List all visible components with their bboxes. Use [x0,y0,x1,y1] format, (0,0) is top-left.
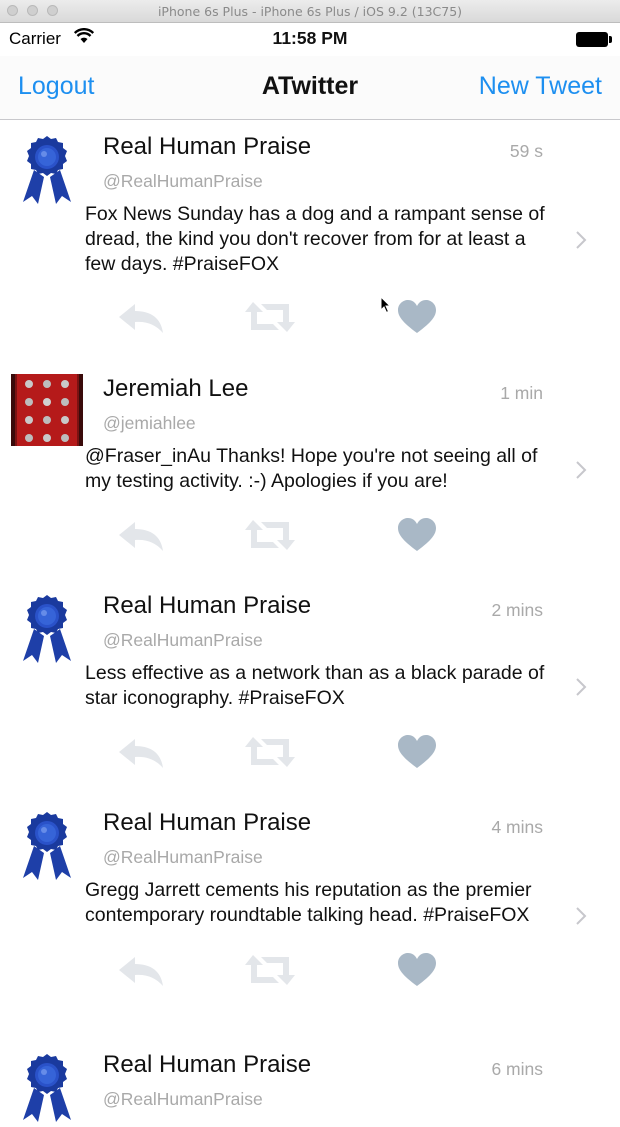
chevron-right-icon[interactable] [575,230,587,250]
avatar-blue-ribbon-icon[interactable] [11,808,83,880]
new-tweet-button[interactable]: New Tweet [479,72,602,101]
heart-icon[interactable] [398,953,436,987]
tweet-row[interactable]: Real Human Praise 59 s @RealHumanPraise … [0,120,620,362]
tweet-row[interactable]: Jeremiah Lee 1 min @jemiahlee @Fraser_in… [0,362,620,579]
tweet-author-handle: @RealHumanPraise [103,847,263,867]
tweet-author-name: Real Human Praise [103,133,312,160]
retweet-icon[interactable] [243,300,297,334]
tweet-text: Gregg Jarrett cements his reputation as … [85,879,532,926]
mouse-cursor-icon [380,296,392,314]
tweet-row[interactable]: Real Human Praise 2 mins @RealHumanPrais… [0,579,620,796]
avatar-blue-ribbon-icon[interactable] [11,591,83,663]
reply-icon[interactable] [117,300,167,334]
tweet-feed[interactable]: Real Human Praise 59 s @RealHumanPraise … [0,120,620,1127]
reply-icon[interactable] [117,953,167,987]
simulator-title-bar: iPhone 6s Plus - iPhone 6s Plus / iOS 9.… [0,0,620,23]
tweet-actions [0,518,620,558]
avatar-blue-ribbon-icon[interactable] [11,132,83,204]
simulator-title: iPhone 6s Plus - iPhone 6s Plus / iOS 9.… [157,4,463,19]
tweet-timestamp: 59 s [509,141,543,161]
navigation-bar: Logout ATwitter New Tweet [0,56,620,120]
tweet-actions [0,953,620,993]
chevron-right-icon[interactable] [575,906,587,926]
status-clock: 11:58 PM [272,28,348,48]
retweet-icon[interactable] [243,518,297,552]
tweet-row[interactable]: Real Human Praise 4 mins @RealHumanPrais… [0,796,620,1038]
tweet-timestamp: 4 mins [491,817,543,837]
avatar-photo-icon[interactable] [11,374,83,446]
heart-icon[interactable] [398,518,436,552]
avatar-blue-ribbon-icon[interactable] [11,1050,83,1122]
tweet-author-handle: @RealHumanPraise [103,171,263,191]
tweet-timestamp: 1 min [500,383,543,403]
status-bar: Carrier 11:58 PM [0,23,620,55]
tweet-author-name: Real Human Praise [103,592,312,619]
heart-icon[interactable] [398,735,436,769]
tweet-actions [0,300,620,340]
tweet-author-name: Real Human Praise [103,1051,312,1078]
tweet-author-handle: @RealHumanPraise [103,630,263,650]
reply-icon[interactable] [117,518,167,552]
tweet-text: @Fraser_inAu Thanks! Hope you're not see… [85,445,538,492]
chevron-right-icon[interactable] [575,460,587,480]
tweet-text: Less effective as a network than as a bl… [85,662,545,709]
heart-icon[interactable] [398,300,436,334]
tweet-actions [0,735,620,775]
tweet-timestamp: 2 mins [491,600,543,620]
retweet-icon[interactable] [243,735,297,769]
tweet-author-handle: @jemiahlee [103,413,196,433]
retweet-icon[interactable] [243,953,297,987]
tweet-author-name: Jeremiah Lee [103,375,249,402]
tweet-row[interactable]: Real Human Praise 6 mins @RealHumanPrais… [0,1038,620,1127]
tweet-author-handle: @RealHumanPraise [103,1089,263,1109]
chevron-right-icon[interactable] [575,677,587,697]
tweet-timestamp: 6 mins [491,1059,543,1079]
tweet-author-name: Real Human Praise [103,809,312,836]
tweet-text: Fox News Sunday has a dog and a rampant … [85,203,545,275]
battery-icon [576,32,612,47]
reply-icon[interactable] [117,735,167,769]
